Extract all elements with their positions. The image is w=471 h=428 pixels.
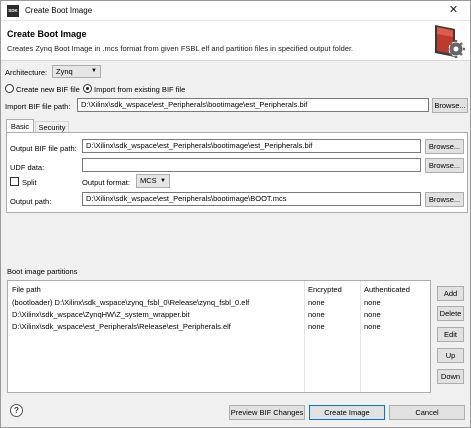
move-up-button[interactable]: Up (437, 348, 464, 363)
create-new-bif-label[interactable]: Create new BIF file (16, 85, 80, 94)
table-row-authenticated[interactable]: none (364, 322, 381, 331)
create-boot-image-dialog: SDK Create Boot Image ✕ Create Boot Imag… (0, 0, 471, 428)
add-partition-button[interactable]: Add (437, 286, 464, 301)
output-bif-path-label: Output BIF file path: (10, 144, 77, 153)
output-format-label: Output format: (82, 178, 130, 187)
header-description: Creates Zynq Boot Image in .mcs format f… (7, 44, 354, 53)
create-image-button[interactable]: Create Image (309, 405, 385, 420)
import-existing-bif-label[interactable]: Import from existing BIF file (94, 85, 185, 94)
column-divider (360, 281, 361, 392)
split-label[interactable]: Split (22, 178, 37, 187)
output-bif-path-input[interactable]: D:\Xilinx\sdk_wspace\est_Peripherals\boo… (82, 139, 421, 153)
architecture-select[interactable]: Zynq ▼ (52, 65, 101, 78)
output-path-label: Output path: (10, 197, 52, 206)
udf-data-browse-button[interactable]: Browse... (425, 158, 464, 173)
boot-image-wizard-icon (435, 25, 465, 58)
edit-partition-button[interactable]: Edit (437, 327, 464, 342)
cancel-button[interactable]: Cancel (389, 405, 465, 420)
output-format-select[interactable]: MCS ▼ (136, 174, 170, 188)
title-bar[interactable]: SDK Create Boot Image ✕ (1, 1, 470, 21)
window-title: Create Boot Image (25, 6, 93, 15)
table-row-file-path[interactable]: D:\Xilinx\sdk_wspace\est_Peripherals\Rel… (12, 322, 231, 331)
chevron-down-icon: ▼ (91, 68, 97, 74)
help-icon[interactable]: ? (10, 404, 23, 417)
table-row-authenticated[interactable]: none (364, 310, 381, 319)
column-header-file-path[interactable]: File path (12, 285, 41, 294)
udf-data-label: UDF data: (10, 163, 45, 172)
sdk-app-icon: SDK (7, 5, 19, 17)
import-bif-path-label: Import BIF file path: (5, 102, 71, 111)
udf-data-input[interactable] (82, 158, 421, 172)
partitions-table[interactable] (7, 280, 431, 393)
output-format-value: MCS (140, 176, 157, 185)
import-existing-bif-radio[interactable] (83, 84, 92, 93)
table-row-file-path[interactable]: D:\Xilinx\sdk_wspace\ZynqHW\Z_system_wra… (12, 310, 190, 319)
partitions-section-label: Boot image partitions (7, 267, 78, 276)
architecture-label: Architecture: (5, 68, 48, 77)
dialog-header: Create Boot Image Creates Zynq Boot Imag… (1, 21, 470, 61)
move-down-button[interactable]: Down (437, 369, 464, 384)
column-header-authenticated[interactable]: Authenticated (364, 285, 410, 294)
architecture-value: Zynq (56, 67, 73, 76)
import-bif-browse-button[interactable]: Browse... (432, 98, 468, 113)
tab-basic[interactable]: Basic (6, 119, 34, 133)
column-divider (304, 281, 305, 392)
import-bif-path-input[interactable]: D:\Xilinx\sdk_wspace\est_Peripherals\boo… (77, 98, 429, 112)
table-row-encrypted[interactable]: none (308, 310, 325, 319)
create-new-bif-radio[interactable] (5, 84, 14, 93)
split-checkbox[interactable] (10, 177, 19, 186)
output-path-browse-button[interactable]: Browse... (425, 192, 464, 207)
output-path-input[interactable]: D:\Xilinx\sdk_wspace\est_Peripherals\boo… (82, 192, 421, 206)
chevron-down-icon: ▼ (160, 178, 166, 184)
column-header-encrypted[interactable]: Encrypted (308, 285, 342, 294)
close-icon[interactable]: ✕ (438, 1, 469, 20)
preview-bif-changes-button[interactable]: Preview BIF Changes (229, 405, 305, 420)
table-row-encrypted[interactable]: none (308, 298, 325, 307)
header-title: Create Boot Image (7, 29, 87, 39)
table-row-file-path[interactable]: (bootloader) D:\Xilinx\sdk_wspace\zynq_f… (12, 298, 249, 307)
table-row-encrypted[interactable]: none (308, 322, 325, 331)
output-bif-browse-button[interactable]: Browse... (425, 139, 464, 154)
table-row-authenticated[interactable]: none (364, 298, 381, 307)
delete-partition-button[interactable]: Delete (437, 306, 464, 321)
